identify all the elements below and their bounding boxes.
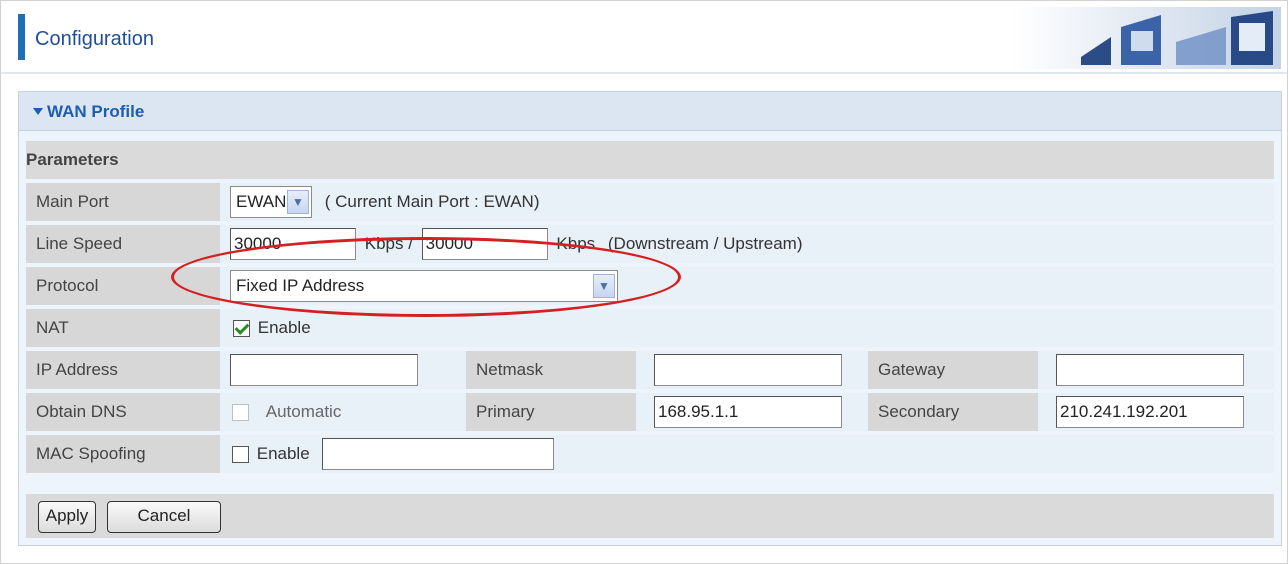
current-main-port-note: ( Current Main Port : EWAN) <box>324 192 540 211</box>
chevron-down-icon: ▼ <box>287 190 309 214</box>
row-nat: NAT Enable <box>26 309 1274 347</box>
primary-dns-input[interactable]: 168.95.1.1 <box>654 396 842 428</box>
section-title: Parameters <box>26 141 1274 179</box>
protocol-select[interactable]: Fixed IP Address ▼ <box>230 270 618 302</box>
label-main-port: Main Port <box>26 183 220 221</box>
wan-profile-panel: WAN Profile Parameters Main Port EWAN ▼ … <box>18 91 1282 546</box>
cancel-button[interactable]: Cancel <box>107 501 221 533</box>
label-gateway: Gateway <box>868 351 1038 389</box>
row-obtain-dns: Obtain DNS Automatic Primary 168.95.1.1 … <box>26 393 1274 431</box>
mac-spoofing-checkbox[interactable] <box>232 445 249 463</box>
label-nat: NAT <box>26 309 220 347</box>
header-accent-bar <box>18 14 25 60</box>
dns-automatic-checkbox[interactable] <box>232 403 249 421</box>
nat-enable-checkbox[interactable] <box>233 319 250 337</box>
label-protocol: Protocol <box>26 267 220 305</box>
label-secondary: Secondary <box>868 393 1038 431</box>
label-line-speed: Line Speed <box>26 225 220 263</box>
header-photo-banner-icon <box>1011 7 1281 69</box>
line-speed-note: (Downstream / Upstream) <box>607 234 803 253</box>
chevron-down-icon: ▼ <box>593 274 615 298</box>
header: Configuration <box>1 1 1287 74</box>
label-primary: Primary <box>466 393 636 431</box>
ip-address-input[interactable] <box>230 354 418 386</box>
row-ip-address: IP Address Netmask Gateway <box>26 351 1274 389</box>
row-main-port: Main Port EWAN ▼ ( Current Main Port : E… <box>26 183 1274 221</box>
mac-address-input[interactable] <box>322 438 555 470</box>
label-netmask: Netmask <box>466 351 636 389</box>
panel-title: WAN Profile <box>33 102 144 122</box>
label-obtain-dns: Obtain DNS <box>26 393 220 431</box>
apply-button[interactable]: Apply <box>38 501 96 533</box>
main-port-select[interactable]: EWAN ▼ <box>230 186 312 218</box>
label-ip-address: IP Address <box>26 351 220 389</box>
downstream-input[interactable]: 30000 <box>230 228 356 260</box>
unit-kbps-slash: Kbps / <box>364 234 413 253</box>
nat-enable-label: Enable <box>257 318 311 338</box>
unit-kbps: Kbps <box>556 234 596 253</box>
secondary-dns-input[interactable]: 210.241.192.201 <box>1056 396 1244 428</box>
upstream-input[interactable]: 30000 <box>421 228 548 260</box>
row-mac-spoofing: MAC Spoofing Enable <box>26 435 1274 473</box>
row-line-speed: Line Speed 30000 Kbps / 30000 Kbps (Down… <box>26 225 1274 263</box>
netmask-input[interactable] <box>654 354 842 386</box>
row-protocol: Protocol Fixed IP Address ▼ <box>26 267 1274 305</box>
panel-header[interactable]: WAN Profile <box>19 92 1281 131</box>
dns-automatic-label: Automatic <box>265 402 342 422</box>
page-frame: Configuration WAN Profile Parameters Mai… <box>0 0 1288 564</box>
page-title: Configuration <box>35 28 154 50</box>
header-divider <box>1 72 1287 74</box>
parameters-table: Parameters Main Port EWAN ▼ ( Current Ma… <box>26 137 1274 477</box>
collapse-triangle-icon <box>33 108 43 115</box>
gateway-input[interactable] <box>1056 354 1244 386</box>
button-row: Apply Cancel <box>26 494 1274 538</box>
mac-spoofing-enable-label: Enable <box>256 444 310 463</box>
label-mac-spoofing: MAC Spoofing <box>26 435 220 473</box>
